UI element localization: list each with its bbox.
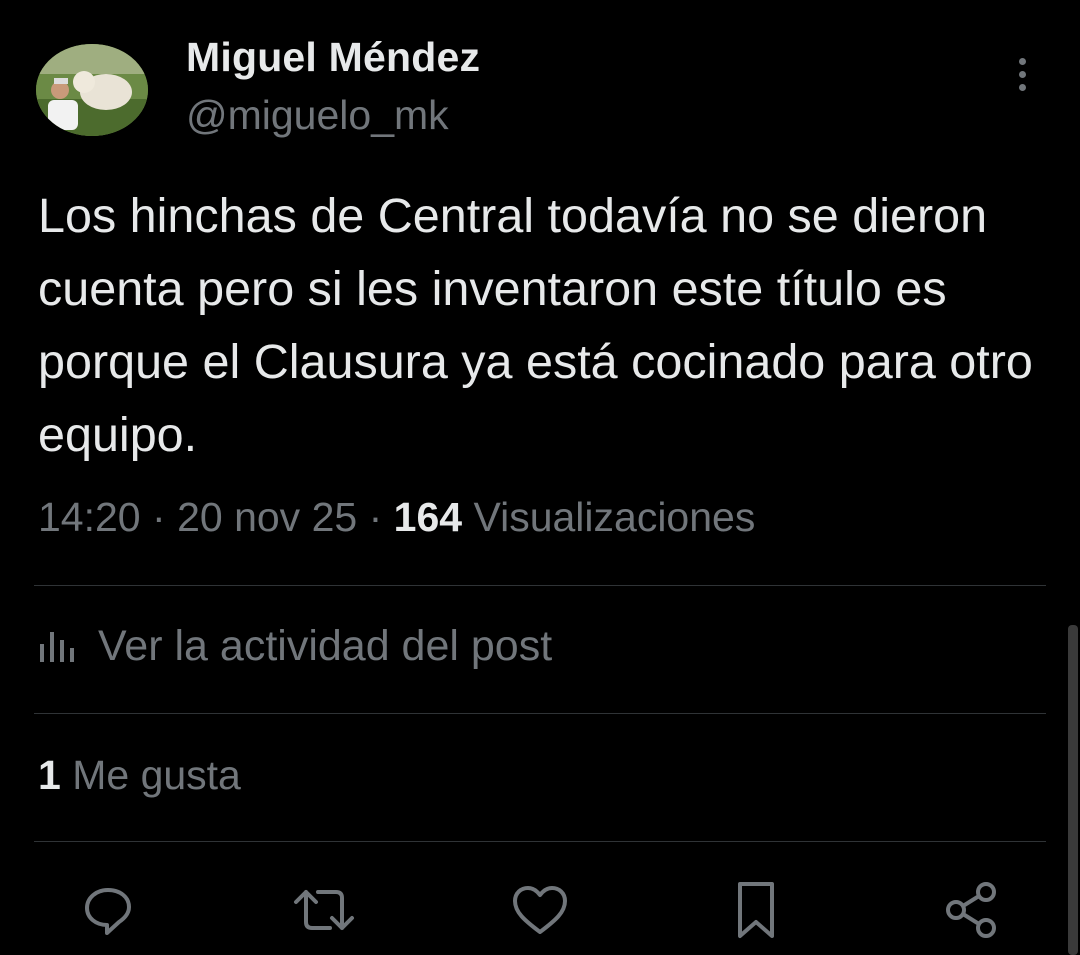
likes-count[interactable]: 1 Me gusta — [38, 752, 241, 799]
action-bar — [0, 878, 1080, 948]
reply-icon — [85, 888, 131, 935]
post-activity-link[interactable]: Ver la actividad del post — [38, 622, 552, 671]
analytics-icon — [40, 631, 74, 662]
share-button[interactable] — [940, 878, 1004, 942]
views-count: 164 — [393, 494, 463, 540]
like-icon — [513, 886, 567, 934]
avatar-image — [36, 44, 148, 136]
likes-label: Me gusta — [72, 752, 241, 798]
divider — [34, 841, 1046, 842]
tweet-meta: 14:20 · 20 nov 25 · 164 Visualizaciones — [38, 494, 755, 541]
meta-separator: · — [152, 494, 166, 540]
meta-separator: · — [368, 494, 383, 540]
views-label: Visualizaciones — [473, 494, 756, 540]
author-handle[interactable]: @miguelo_mk — [186, 92, 449, 139]
tweet-time[interactable]: 14:20 — [38, 494, 141, 540]
share-icon — [946, 882, 996, 938]
reply-button[interactable] — [76, 878, 140, 942]
likes-number: 1 — [38, 752, 61, 798]
more-options-icon[interactable] — [1008, 58, 1036, 98]
divider — [34, 585, 1046, 586]
tweet-text: Los hinchas de Central todavía no se die… — [38, 189, 1033, 462]
scrollbar[interactable] — [1068, 625, 1078, 955]
bookmark-button[interactable] — [724, 878, 788, 942]
divider — [34, 713, 1046, 714]
author-name[interactable]: Miguel Méndez — [186, 34, 480, 81]
retweet-button[interactable] — [292, 878, 356, 942]
bookmark-icon — [738, 882, 774, 938]
retweet-icon — [294, 890, 354, 930]
like-button[interactable] — [508, 878, 572, 942]
post-activity-label: Ver la actividad del post — [98, 622, 553, 670]
avatar[interactable] — [36, 44, 148, 136]
tweet-date[interactable]: 20 nov 25 — [177, 494, 357, 540]
